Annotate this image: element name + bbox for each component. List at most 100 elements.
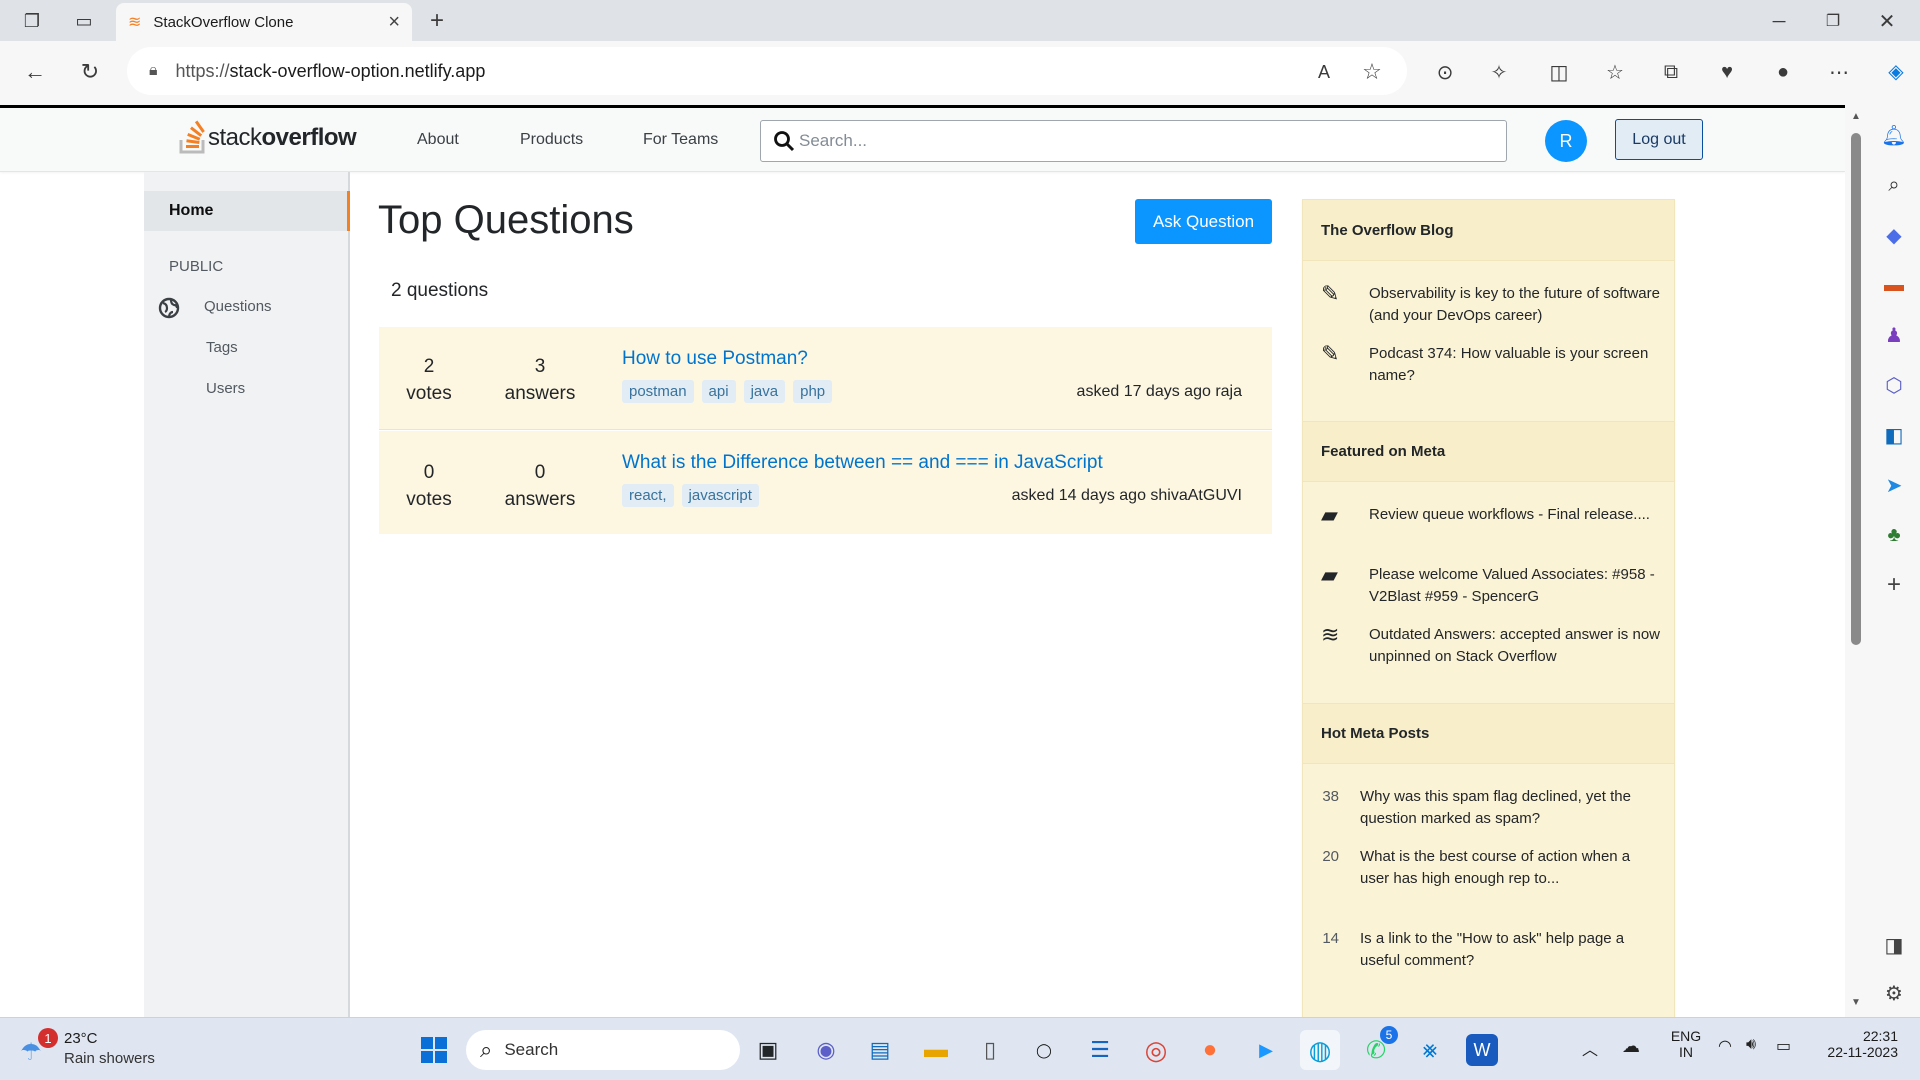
back-icon[interactable]: ← [20, 57, 50, 87]
tree-icon[interactable]: ♣ [1868, 513, 1920, 557]
minimize-icon[interactable]: ─ [1764, 6, 1794, 36]
chrome-icon[interactable]: ◎ [1136, 1030, 1176, 1070]
close-window-icon[interactable]: ✕ [1872, 6, 1902, 36]
tag[interactable]: react, [622, 484, 674, 507]
scroll-down-icon[interactable]: ▼ [1851, 997, 1861, 1008]
question-title-link[interactable]: How to use Postman? [622, 348, 808, 370]
ask-question-button[interactable]: Ask Question [1135, 199, 1272, 244]
sidebar-item-home[interactable]: Home [144, 191, 350, 231]
page-scrollbar[interactable]: ▲ ▼ [1845, 105, 1868, 1017]
close-tab-icon[interactable]: × [388, 11, 400, 34]
tag[interactable]: javascript [681, 484, 759, 507]
nav-for-teams[interactable]: For Teams [643, 108, 718, 172]
record-icon[interactable]: ⊙ [1430, 57, 1460, 87]
avatar[interactable]: R [1545, 120, 1587, 162]
whatsapp-icon[interactable]: ✆ 5 [1356, 1026, 1398, 1070]
hot-post-item[interactable]: 20 What is the best course of action when… [1303, 846, 1663, 890]
teams-chat-icon[interactable]: ◉ [806, 1030, 846, 1070]
collections-icon[interactable]: ⧉ [1656, 57, 1686, 87]
votes-value: 0 [423, 462, 435, 483]
hot-post-text: What is the best course of action when a… [1360, 848, 1631, 887]
word-icon[interactable]: W [1466, 1034, 1498, 1066]
browser-sidebar: 🔔︎ ⌕ ◆ ▬ ♟ ⬡ ◧ ➤ ♣ + ◨ ⚙ [1868, 105, 1920, 1017]
favorite-star-icon[interactable]: ☆ [1359, 59, 1385, 85]
tag[interactable]: api [701, 380, 736, 403]
add-icon[interactable]: + [1868, 563, 1920, 607]
sidebar-item-tags[interactable]: Tags [206, 339, 238, 356]
read-aloud-icon[interactable]: A [1311, 59, 1337, 85]
volume-icon[interactable]: 🔊︎ [1746, 1036, 1756, 1054]
pencil-icon: ✎ [1321, 341, 1340, 366]
dell-icon[interactable]: ◯ [1024, 1030, 1064, 1070]
file-explorer-icon[interactable]: ▬ [916, 1030, 956, 1070]
tools-briefcase-icon[interactable]: ▬ [1868, 263, 1920, 307]
restore-icon[interactable]: ❐ [1818, 6, 1848, 36]
whatsapp-badge: 5 [1380, 1026, 1398, 1044]
language-indicator[interactable]: ENG IN [1668, 1028, 1704, 1060]
onedrive-icon[interactable]: ☁ [1622, 1036, 1640, 1057]
meta-item[interactable]: ≋ Outdated Answers: accepted answer is no… [1321, 624, 1661, 668]
new-tab-icon[interactable]: + [422, 6, 452, 36]
start-icon[interactable] [414, 1030, 454, 1070]
address-bar-row: ← ↻ 🔒︎ https://stack-overflow-option.net… [0, 41, 1920, 105]
tag[interactable]: postman [622, 380, 694, 403]
games-icon[interactable]: ♟ [1868, 313, 1920, 357]
clock[interactable]: 22:31 22-11-2023 [1814, 1028, 1898, 1060]
url-field[interactable]: 🔒︎ https://stack-overflow-option.netlify… [127, 47, 1407, 95]
refresh-icon[interactable]: ↻ [75, 57, 105, 87]
vscode-icon[interactable]: ⨳ [1410, 1030, 1450, 1070]
question-title-link[interactable]: What is the Difference between == and ==… [622, 452, 1103, 474]
task-view-icon[interactable]: ▣ [748, 1030, 788, 1070]
outlook-icon[interactable]: ◧ [1868, 413, 1920, 457]
copilot-icon[interactable]: ◈ [1880, 55, 1912, 87]
tag[interactable]: php [793, 380, 833, 403]
taskbar-search-label: Search [504, 1040, 559, 1059]
scrollbar-thumb[interactable] [1851, 133, 1861, 645]
hot-post-item[interactable]: 14 Is a link to the "How to ask" help pag… [1303, 928, 1663, 972]
meta-item[interactable]: ▰ Review queue workflows - Final release.… [1321, 504, 1661, 526]
tab-actions-icon[interactable]: ▭ [70, 8, 98, 34]
vote-count: 0 votes [379, 459, 479, 513]
profile-icon[interactable]: ● [1768, 57, 1798, 87]
browser-essentials-icon[interactable]: ♥ [1712, 57, 1742, 87]
scroll-up-icon[interactable]: ▲ [1851, 111, 1861, 122]
battery-icon[interactable]: ▭ [1776, 1036, 1791, 1056]
blog-item[interactable]: ✎ Podcast 374: How valuable is your scree… [1321, 343, 1661, 387]
notepad-blank-icon[interactable]: ▯ [970, 1030, 1010, 1070]
favorites-icon[interactable]: ☆ [1600, 57, 1630, 87]
wifi-icon[interactable]: ◠ [1718, 1036, 1732, 1056]
tab-active[interactable]: ≋ StackOverflow Clone × [116, 3, 412, 41]
sidebar-item-questions[interactable]: Questions [204, 298, 272, 315]
hide-sidebar-icon[interactable]: ◨ [1868, 923, 1920, 967]
meta-item[interactable]: ▰ Please welcome Valued Associates: #958 … [1321, 564, 1661, 608]
notepad-icon[interactable]: ☰ [1080, 1030, 1120, 1070]
edge-icon[interactable]: ◍ [1300, 1030, 1340, 1070]
nav-products[interactable]: Products [520, 108, 583, 172]
site-logo[interactable]: stackoverflow [178, 120, 357, 156]
shopping-tag-icon[interactable]: ◆ [1868, 213, 1920, 257]
site-header: stackoverflow About Products For Teams S… [0, 108, 1845, 172]
keyboard-region: IN [1679, 1044, 1693, 1060]
search-input[interactable]: Search... [760, 120, 1507, 162]
show-hidden-icons-icon[interactable]: ︿ [1582, 1036, 1598, 1060]
prime-video-icon[interactable]: ▶ [1246, 1030, 1286, 1070]
blog-item[interactable]: ✎ Observability is key to the future of s… [1321, 283, 1661, 327]
store-icon[interactable]: ▤ [860, 1030, 900, 1070]
send-icon[interactable]: ➤ [1868, 463, 1920, 507]
sidebar-item-users[interactable]: Users [206, 380, 245, 397]
split-screen-icon[interactable]: ◫ [1544, 57, 1574, 87]
hot-post-item[interactable]: 38 Why was this spam flag declined, yet t… [1303, 786, 1663, 830]
firefox-icon[interactable]: ● [1190, 1030, 1230, 1070]
notifications-icon[interactable]: 🔔︎ [1868, 113, 1920, 157]
taskbar-search[interactable]: ⌕ Search [466, 1030, 740, 1070]
search-icon[interactable]: ⌕ [1868, 163, 1920, 207]
extensions-icon[interactable]: ✧ [1484, 57, 1514, 87]
workspaces-icon[interactable]: ❐ [18, 8, 46, 34]
m365-icon[interactable]: ⬡ [1868, 363, 1920, 407]
settings-gear-icon[interactable]: ⚙ [1868, 971, 1920, 1015]
more-menu-icon[interactable]: ⋯ [1824, 57, 1854, 87]
weather-widget[interactable]: ☂ 1 [20, 1028, 60, 1068]
logout-button[interactable]: Log out [1615, 119, 1703, 160]
tag[interactable]: java [743, 380, 786, 403]
nav-about[interactable]: About [417, 108, 459, 172]
